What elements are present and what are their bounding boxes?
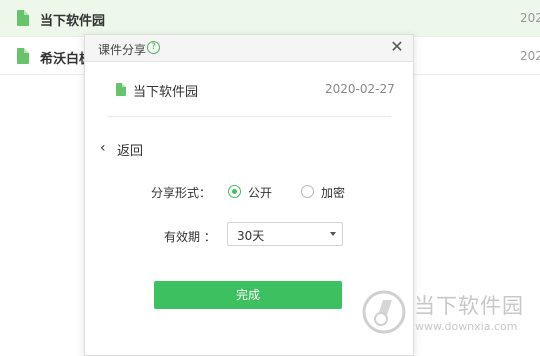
file-list-name: 当下软件园	[40, 14, 106, 29]
help-icon[interactable]: ?	[147, 41, 160, 54]
validity-value: 30天	[237, 229, 265, 243]
shared-file-name: 当下软件园	[133, 85, 199, 100]
file-list-date: 202	[520, 49, 540, 63]
share-type-label: 分享形式：	[151, 186, 212, 200]
radio-circle	[301, 185, 314, 198]
watermark-logo-icon	[362, 290, 406, 334]
file-list-date: 202	[520, 11, 540, 25]
radio-encrypted-label: 加密	[321, 186, 346, 200]
divider	[108, 116, 391, 117]
dialog-title: 课件分享	[98, 43, 147, 57]
validity-label: 有效期 ：	[164, 230, 216, 244]
document-icon	[116, 83, 126, 96]
screen: 当下软件园 202 希沃白板 202 课件分享 ? ✕ 当下软件园 2020-0…	[0, 0, 540, 356]
back-label: 返回	[117, 144, 144, 159]
document-icon	[17, 10, 29, 26]
watermark-url: www.downxia.com	[415, 320, 518, 333]
close-icon[interactable]: ✕	[388, 38, 406, 56]
radio-circle	[228, 185, 241, 198]
file-list-row[interactable]: 当下软件园 202	[0, 0, 540, 37]
shared-file-date: 2020-02-27	[325, 82, 395, 96]
watermark-text: 当下软件园	[414, 294, 524, 318]
radio-public-label: 公开	[248, 186, 273, 200]
caret-down-icon	[330, 232, 336, 236]
validity-select[interactable]: 30天	[227, 222, 343, 246]
dialog-header: 课件分享 ? ✕	[85, 35, 413, 62]
document-icon	[17, 48, 29, 64]
done-button[interactable]: 完成	[154, 281, 342, 309]
chevron-left-icon: ‹	[100, 140, 106, 156]
